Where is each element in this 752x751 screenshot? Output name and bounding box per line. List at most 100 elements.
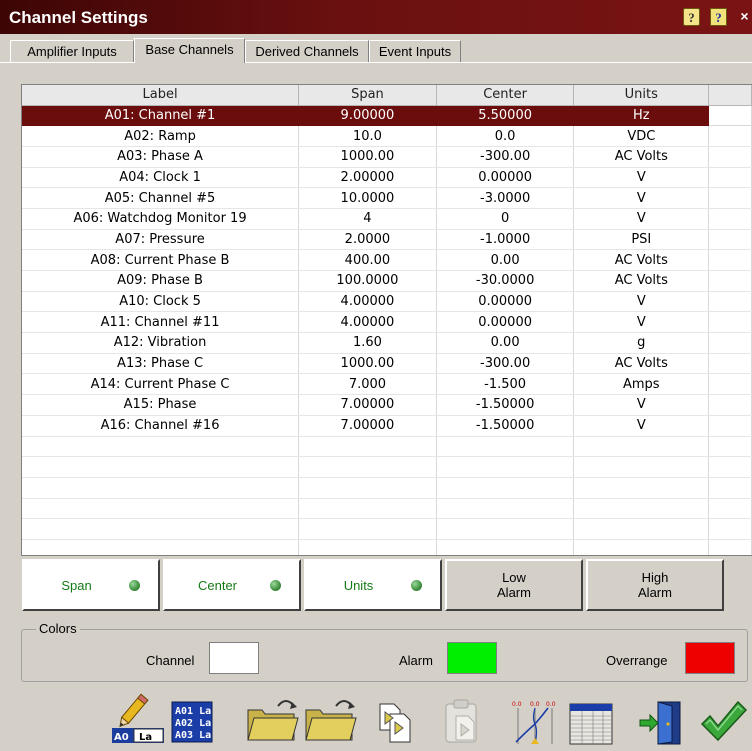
column-header-center[interactable]: Center <box>436 85 575 106</box>
context-help-icon[interactable]: ? <box>683 8 700 26</box>
cell-center[interactable]: -300.00 <box>436 146 575 168</box>
cell-span[interactable]: 4.00000 <box>298 311 437 334</box>
cell-label[interactable]: A16: Channel #16 <box>22 415 300 437</box>
cell-label[interactable]: A08: Current Phase B <box>22 249 300 271</box>
alarm-color-swatch[interactable] <box>447 642 497 674</box>
empty-row[interactable] <box>22 518 752 540</box>
channel-color-swatch[interactable] <box>209 642 259 674</box>
help-icon[interactable]: ? <box>710 8 727 26</box>
table-row[interactable]: A13: Phase C 1000.00 -300.00 AC Volts <box>22 353 752 375</box>
low-alarm-button[interactable]: Low Alarm <box>445 559 583 611</box>
empty-row[interactable] <box>22 456 752 478</box>
cell-label[interactable]: A05: Channel #5 <box>22 187 300 209</box>
cell-center[interactable]: 5.50000 <box>436 105 575 127</box>
cell-label[interactable]: A03: Phase A <box>22 146 300 168</box>
cell-span[interactable]: 1000.00 <box>298 353 437 375</box>
tab-derived-channels[interactable]: Derived Channels <box>245 40 369 62</box>
cell-center[interactable]: -30.0000 <box>436 270 575 292</box>
channel-table-icon[interactable] <box>566 690 616 746</box>
cell-center[interactable]: 0 <box>436 208 575 230</box>
cell-span[interactable]: 100.0000 <box>298 270 437 292</box>
table-row[interactable]: A05: Channel #5 10.0000 -3.0000 V <box>22 187 752 209</box>
paste-settings-icon[interactable] <box>440 690 484 746</box>
open-folder-2-icon[interactable] <box>302 690 358 746</box>
cell-label[interactable]: A09: Phase B <box>22 270 300 292</box>
cell-units[interactable]: PSI <box>573 229 710 251</box>
cell-center[interactable]: 0.00000 <box>436 167 575 189</box>
table-row[interactable]: A09: Phase B 100.0000 -30.0000 AC Volts <box>22 270 752 292</box>
cell-label[interactable]: A07: Pressure <box>22 229 300 251</box>
channel-grid[interactable]: Label Span Center Units A01: Channel #1 9… <box>21 84 752 556</box>
cell-units[interactable]: Hz <box>573 105 710 127</box>
cell-span[interactable]: 2.0000 <box>298 229 437 251</box>
cell-units[interactable]: V <box>573 187 710 209</box>
cell-center[interactable]: 0.00000 <box>436 311 575 334</box>
column-header-units[interactable]: Units <box>573 85 710 106</box>
cell-label[interactable]: A15: Phase <box>22 394 300 416</box>
cell-span[interactable]: 7.00000 <box>298 394 437 416</box>
cell-units[interactable]: AC Volts <box>573 270 710 292</box>
table-row[interactable]: A04: Clock 1 2.00000 0.00000 V <box>22 167 752 189</box>
cell-center[interactable]: -1.500 <box>436 373 575 396</box>
table-row[interactable]: A06: Watchdog Monitor 19 4 0 V <box>22 208 752 230</box>
cell-units[interactable]: VDC <box>573 125 710 147</box>
cell-span[interactable]: 4.00000 <box>298 291 437 313</box>
table-row[interactable]: A11: Channel #11 4.00000 0.00000 V <box>22 311 752 334</box>
cell-span[interactable]: 2.00000 <box>298 167 437 189</box>
cell-label[interactable]: A13: Phase C <box>22 353 300 375</box>
cell-span[interactable]: 10.0000 <box>298 187 437 209</box>
column-header-span[interactable]: Span <box>298 85 437 106</box>
exit-door-icon[interactable] <box>638 690 684 746</box>
high-alarm-button[interactable]: High Alarm <box>586 559 724 611</box>
tab-amplifier-inputs[interactable]: Amplifier Inputs <box>10 40 134 62</box>
cell-span[interactable]: 7.00000 <box>298 415 437 437</box>
table-row[interactable]: A16: Channel #16 7.00000 -1.50000 V <box>22 415 752 437</box>
cell-label[interactable]: A10: Clock 5 <box>22 291 300 313</box>
cell-units[interactable]: AC Volts <box>573 249 710 271</box>
ok-check-icon[interactable] <box>698 690 748 746</box>
empty-row[interactable] <box>22 436 752 458</box>
cell-center[interactable]: 0.00000 <box>436 291 575 313</box>
cell-units[interactable]: AC Volts <box>573 146 710 168</box>
cell-units[interactable]: V <box>573 167 710 189</box>
table-row[interactable]: A08: Current Phase B 400.00 0.00 AC Volts <box>22 249 752 271</box>
cell-units[interactable]: g <box>573 332 710 354</box>
cell-units[interactable]: V <box>573 208 710 230</box>
cell-span[interactable]: 7.000 <box>298 373 437 396</box>
span-button[interactable]: Span <box>22 559 160 611</box>
span-center-chart-icon[interactable]: 0.0 0.0 0.0 <box>508 690 562 746</box>
cell-center[interactable]: -1.50000 <box>436 415 575 437</box>
cell-center[interactable]: -1.50000 <box>436 394 575 416</box>
cell-label[interactable]: A02: Ramp <box>22 125 300 147</box>
cell-units[interactable]: V <box>573 311 710 334</box>
cell-units[interactable]: V <box>573 291 710 313</box>
table-row[interactable]: A14: Current Phase C 7.000 -1.500 Amps <box>22 373 752 396</box>
copy-settings-icon[interactable] <box>374 690 418 746</box>
cell-label[interactable]: A04: Clock 1 <box>22 167 300 189</box>
tab-base-channels[interactable]: Base Channels <box>134 38 245 63</box>
cell-center[interactable]: 0.0 <box>436 125 575 147</box>
cell-center[interactable]: -3.0000 <box>436 187 575 209</box>
table-row[interactable]: A15: Phase 7.00000 -1.50000 V <box>22 394 752 416</box>
overrange-color-swatch[interactable] <box>685 642 735 674</box>
cell-units[interactable]: V <box>573 415 710 437</box>
cell-span[interactable]: 1000.00 <box>298 146 437 168</box>
cell-center[interactable]: 0.00 <box>436 332 575 354</box>
cell-span[interactable]: 1.60 <box>298 332 437 354</box>
cell-label[interactable]: A06: Watchdog Monitor 19 <box>22 208 300 230</box>
table-row[interactable]: A03: Phase A 1000.00 -300.00 AC Volts <box>22 146 752 168</box>
cell-label[interactable]: A12: Vibration <box>22 332 300 354</box>
units-button[interactable]: Units <box>304 559 442 611</box>
cell-span[interactable]: 4 <box>298 208 437 230</box>
table-row[interactable]: A02: Ramp 10.0 0.0 VDC <box>22 125 752 147</box>
table-row[interactable]: A01: Channel #1 9.00000 5.50000 Hz <box>22 105 752 127</box>
empty-row[interactable] <box>22 477 752 499</box>
center-button[interactable]: Center <box>163 559 301 611</box>
cell-units[interactable]: AC Volts <box>573 353 710 375</box>
empty-row[interactable] <box>22 539 752 555</box>
table-row[interactable]: A07: Pressure 2.0000 -1.0000 PSI <box>22 229 752 251</box>
cell-span[interactable]: 9.00000 <box>298 105 437 127</box>
cell-label[interactable]: A01: Channel #1 <box>22 105 300 127</box>
table-row[interactable]: A10: Clock 5 4.00000 0.00000 V <box>22 291 752 313</box>
open-folder-icon[interactable] <box>244 690 300 746</box>
